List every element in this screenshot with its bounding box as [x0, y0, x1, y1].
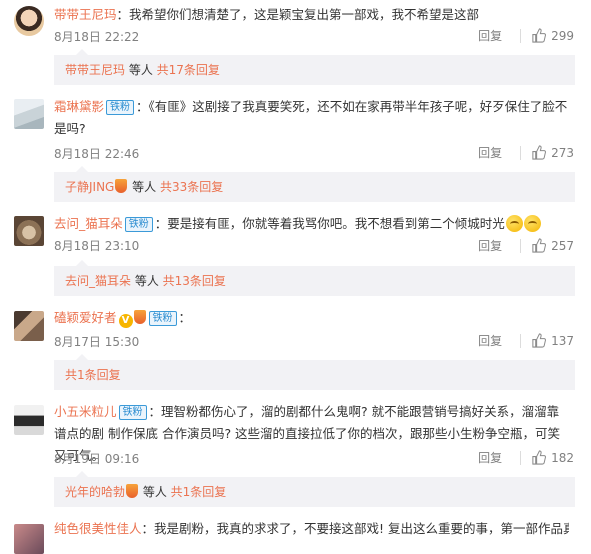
comment-username[interactable]: 小五米粒儿	[54, 404, 117, 419]
reply-button[interactable]: 回复	[478, 27, 502, 44]
comment-time: 8月17日 15:30	[54, 335, 140, 349]
comment-text: ：我希望你们想清楚了，这是颖宝复出第一部戏，我不希望是这部	[116, 7, 480, 22]
thread-connector: 等人	[125, 63, 157, 77]
emoji-icon	[505, 215, 523, 232]
thumbs-up-icon	[532, 333, 547, 348]
like-count: 299	[551, 28, 574, 43]
fan-badge: 铁粉	[118, 405, 147, 420]
thread-username[interactable]: 带带王尼玛	[65, 63, 125, 77]
divider	[520, 28, 522, 43]
fan-badge: 铁粉	[148, 311, 177, 326]
like-button[interactable]: 299	[531, 28, 574, 43]
comment-time: 8月18日 22:46	[54, 147, 140, 161]
comment-text-block: 去问_猫耳朵 铁粉 ：要是接有匪，你就等着我骂你吧。我不想看到第二个倾城时光	[54, 213, 569, 235]
reply-button[interactable]: 回复	[478, 449, 502, 466]
comment-actions: 回复 182	[478, 449, 574, 466]
comment-time: 8月18日 23:10	[54, 239, 140, 253]
like-button[interactable]: 137	[531, 333, 574, 348]
comment-actions: 回复 257	[478, 237, 574, 254]
comment-actions: 回复 299	[478, 27, 574, 44]
comment-time: 8月18日 22:22	[54, 30, 140, 44]
reply-thread-summary[interactable]: 去问_猫耳朵 等人 共13条回复	[54, 260, 575, 296]
comment-username[interactable]: 纯色很美性佳人	[54, 521, 142, 536]
fan-medal-icon	[133, 310, 146, 324]
reply-thread-summary[interactable]: 带带王尼玛 等人 共17条回复	[54, 49, 575, 85]
thread-reply-count[interactable]: 共13条回复	[163, 274, 226, 288]
like-button[interactable]: 273	[531, 145, 574, 160]
avatar[interactable]	[14, 405, 44, 435]
comment-username[interactable]: 去问_猫耳朵	[54, 216, 123, 231]
v-badge-icon: V	[118, 314, 133, 328]
reply-button[interactable]: 回复	[478, 144, 502, 161]
like-count: 137	[551, 333, 574, 348]
comment-actions: 回复 273	[478, 144, 574, 161]
comment-time: 8月19日 09:16	[54, 452, 140, 466]
thread-username[interactable]: 去问_猫耳朵	[65, 274, 131, 288]
thread-connector: 等人	[139, 485, 171, 499]
comment-actions: 回复 137	[478, 332, 574, 349]
comment-username[interactable]: 磕颖爱好者	[54, 310, 117, 325]
comment-text-block: 带带王尼玛：我希望你们想清楚了，这是颖宝复出第一部戏，我不希望是这部	[54, 4, 569, 26]
thumbs-up-icon	[532, 145, 547, 160]
like-button[interactable]: 257	[531, 238, 574, 253]
thumbs-up-icon	[532, 238, 547, 253]
divider	[520, 333, 522, 348]
emoji-icon	[523, 215, 541, 232]
thread-connector: 等人	[131, 274, 163, 288]
thread-connector: 等人	[128, 180, 160, 194]
avatar[interactable]	[14, 524, 44, 554]
like-count: 182	[551, 450, 574, 465]
thread-reply-count[interactable]: 共1条回复	[171, 485, 227, 499]
comment-text: ：我是剧粉，我真的求求了，不要接这部戏! 复出这么重要的事，第一部作品真的	[141, 521, 569, 536]
avatar[interactable]	[14, 99, 44, 129]
reply-thread-summary[interactable]: 子静JING 等人 共33条回复	[54, 166, 575, 202]
thread-username[interactable]: 光年的哈勃	[65, 485, 125, 499]
like-button[interactable]: 182	[531, 450, 574, 465]
like-count: 273	[551, 145, 574, 160]
comment-username[interactable]: 带带王尼玛	[54, 7, 117, 22]
comment-text-block: 霜琳黛影 铁粉 ：《有匪》这剧接了我真要笑死，还不如在家再带半年孩子呢，好歹保住了脸…	[54, 96, 569, 140]
comment-text-block: 磕颖爱好者 V 铁粉：	[54, 307, 569, 329]
fan-badge: 铁粉	[106, 100, 135, 115]
like-count: 257	[551, 238, 574, 253]
comment-text: ：	[178, 310, 192, 325]
fan-medal-icon	[126, 484, 139, 498]
thread-username[interactable]: 子静JING	[65, 180, 114, 194]
thumbs-up-icon	[532, 28, 547, 43]
thumbs-up-icon	[532, 450, 547, 465]
divider	[520, 450, 522, 465]
thread-reply-count[interactable]: 共17条回复	[157, 63, 220, 77]
avatar[interactable]	[14, 311, 44, 341]
avatar[interactable]	[14, 216, 44, 246]
reply-button[interactable]: 回复	[478, 237, 502, 254]
divider	[520, 145, 522, 160]
comment-text: ：要是接有匪，你就等着我骂你吧。我不想看到第二个倾城时光	[154, 216, 505, 231]
reply-thread-summary[interactable]: 光年的哈勃 等人 共1条回复	[54, 471, 575, 507]
comment-text-block: 纯色很美性佳人：我是剧粉，我真的求求了，不要接这部戏! 复出这么重要的事，第一部…	[54, 518, 569, 540]
reply-thread-summary[interactable]: 共1条回复	[54, 354, 575, 390]
avatar[interactable]	[14, 6, 44, 36]
reply-button[interactable]: 回复	[478, 332, 502, 349]
fan-medal-icon	[115, 179, 128, 193]
comment-username[interactable]: 霜琳黛影	[54, 99, 104, 114]
thread-reply-count[interactable]: 共1条回复	[65, 368, 121, 382]
fan-badge: 铁粉	[124, 217, 153, 232]
thread-reply-count[interactable]: 共33条回复	[160, 180, 223, 194]
divider	[520, 238, 522, 253]
